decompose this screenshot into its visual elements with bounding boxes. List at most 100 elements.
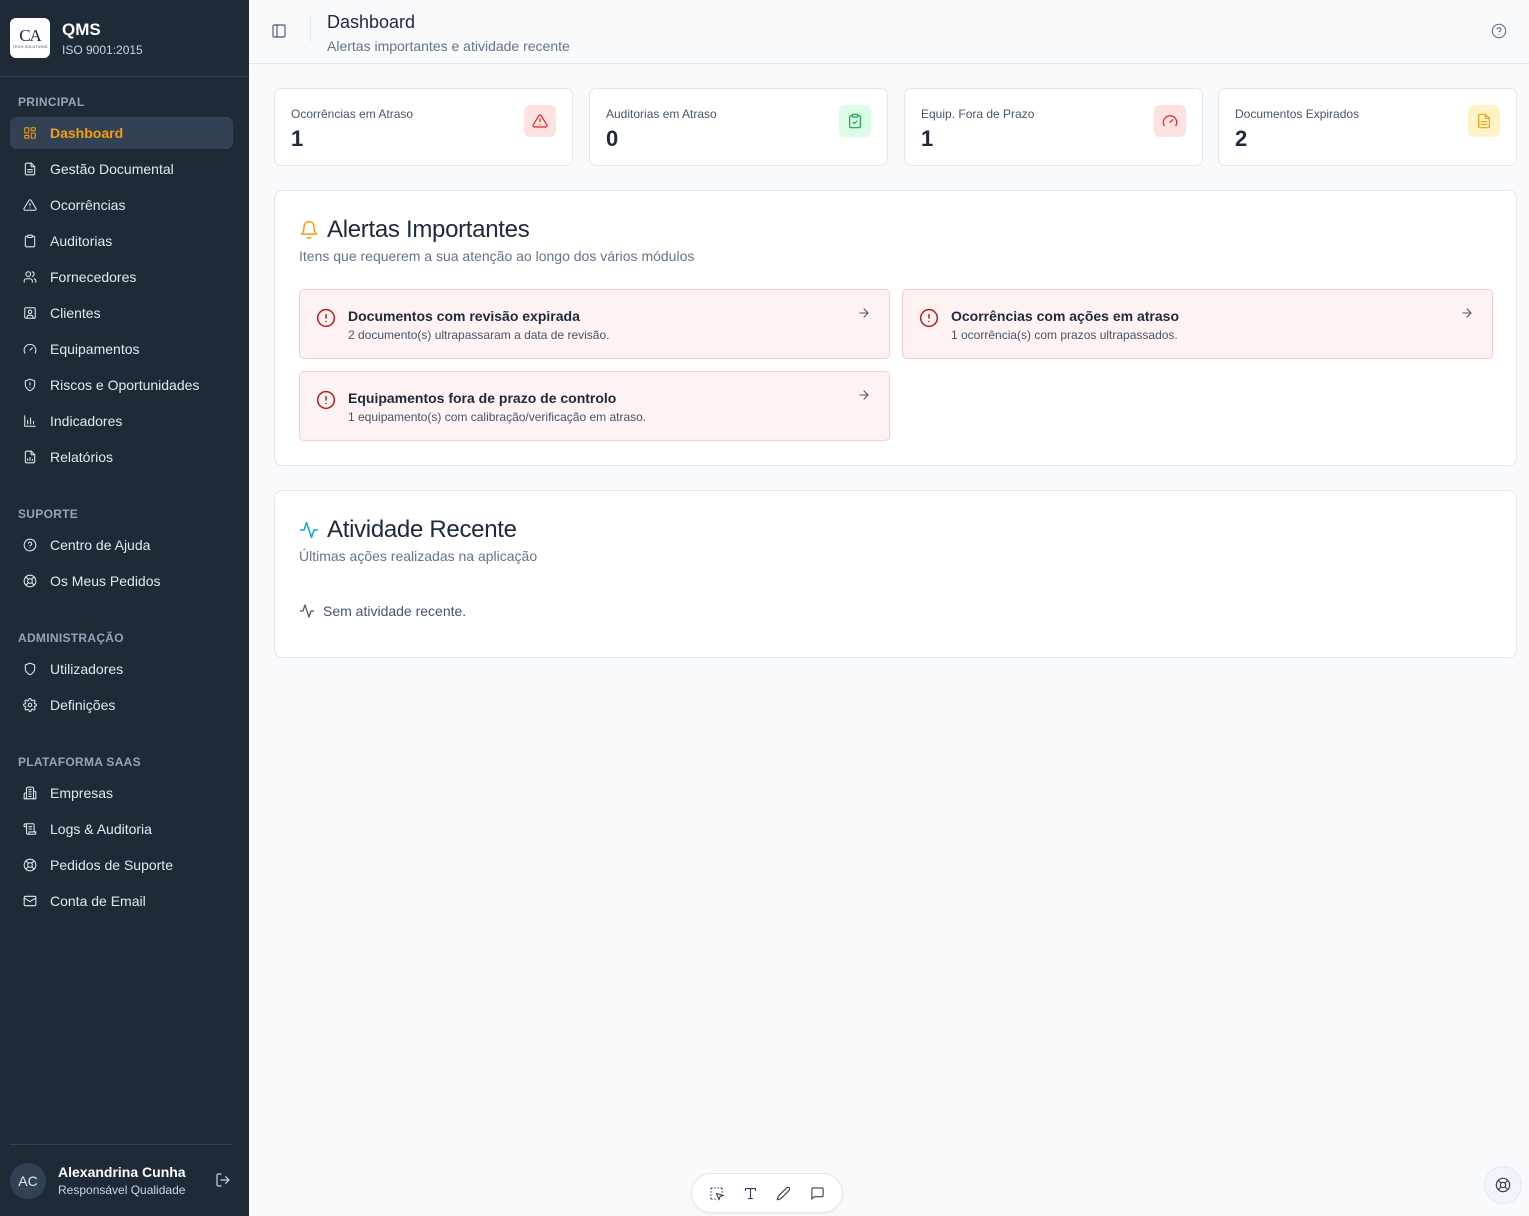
sidebar-item-label: Utilizadores [50, 661, 124, 677]
sidebar-item-auditorias[interactable]: Auditorias [10, 225, 233, 257]
alert-card-documentos[interactable]: Documentos com revisão expirada 2 docume… [299, 289, 890, 359]
pencil-icon[interactable] [774, 1183, 794, 1203]
document-icon [23, 162, 37, 176]
empty-state-text: Sem atividade recente. [323, 603, 467, 619]
user-profile[interactable]: AC Alexandrina Cunha Responsável Qualida… [10, 1144, 233, 1216]
building-icon [23, 786, 37, 800]
sidebar-item-label: Pedidos de Suporte [50, 857, 173, 873]
sidebar-item-indicadores[interactable]: Indicadores [10, 405, 233, 437]
sidebar-item-label: Clientes [50, 305, 101, 321]
alert-card-equipamentos[interactable]: Equipamentos fora de prazo de controlo 1… [299, 371, 890, 441]
document-icon [1468, 105, 1500, 137]
alert-description: 1 equipamento(s) com calibração/verifica… [348, 410, 647, 424]
gauge-icon [1154, 105, 1186, 137]
panel-subtitle: Últimas ações realizadas na aplicação [299, 548, 538, 564]
text-tool-icon[interactable] [740, 1183, 760, 1203]
stat-value: 0 [606, 126, 619, 151]
alert-circle-icon [919, 308, 939, 328]
mail-icon [23, 894, 37, 908]
sidebar-item-riscos[interactable]: Riscos e Oportunidades [10, 369, 233, 401]
user-name: Alexandrina Cunha [58, 1164, 186, 1180]
stat-card-equipamentos[interactable]: Equip. Fora de Prazo 1 [904, 88, 1203, 166]
warning-icon [524, 105, 556, 137]
stat-card-documentos[interactable]: Documentos Expirados 2 [1218, 88, 1517, 166]
section-title: PLATAFORMA SAAS [18, 755, 141, 769]
sidebar-toggle-icon[interactable] [271, 23, 289, 41]
panel-title: Atividade Recente [327, 516, 517, 543]
nav-section-plataforma: PLATAFORMA SAAS Empresas Logs & Auditori… [0, 754, 249, 921]
sidebar-item-gestao-documental[interactable]: Gestão Documental [10, 153, 233, 185]
nav-section-administracao: ADMINISTRAÇÃO Utilizadores Definições [0, 630, 249, 725]
page-header: Dashboard Alertas importantes e atividad… [249, 0, 1529, 64]
sidebar-item-empresas[interactable]: Empresas [10, 777, 233, 809]
lifebuoy-icon [23, 858, 37, 872]
stat-value: 2 [1235, 126, 1248, 151]
sidebar-item-pedidos-suporte[interactable]: Pedidos de Suporte [10, 849, 233, 881]
sidebar-item-definicoes[interactable]: Definições [10, 689, 233, 721]
sidebar-item-conta-email[interactable]: Conta de Email [10, 885, 233, 917]
sidebar-item-meus-pedidos[interactable]: Os Meus Pedidos [10, 565, 233, 597]
stat-card-ocorrencias[interactable]: Ocorrências em Atraso 1 [274, 88, 573, 166]
sidebar-item-dashboard[interactable]: Dashboard [10, 117, 233, 149]
bar-chart-icon [23, 414, 37, 428]
alert-description: 1 ocorrência(s) com prazos ultrapassados… [951, 328, 1178, 342]
activity-icon [299, 604, 315, 618]
sidebar-item-clientes[interactable]: Clientes [10, 297, 233, 329]
users-icon [23, 270, 37, 284]
sidebar-item-label: Logs & Auditoria [50, 821, 152, 837]
brand: CA TECH SOLUTIONS QMS ISO 9001:2015 [0, 0, 249, 77]
dashboard-icon [23, 126, 37, 140]
logout-icon[interactable] [215, 1172, 233, 1190]
sidebar-item-fornecedores[interactable]: Fornecedores [10, 261, 233, 293]
select-region-icon[interactable] [707, 1183, 727, 1203]
panel-title: Alertas Importantes [327, 216, 530, 243]
company-logo[interactable]: CA TECH SOLUTIONS [10, 18, 50, 58]
app-title: QMS [62, 19, 101, 39]
sidebar-item-relatorios[interactable]: Relatórios [10, 441, 233, 473]
stat-label: Auditorias em Atraso [606, 107, 717, 121]
nav-section-principal: PRINCIPAL Dashboard Gestão Documental Oc… [0, 94, 249, 477]
clipboard-icon [23, 234, 37, 248]
activity-icon [299, 520, 319, 540]
alert-title: Ocorrências com ações em atraso [951, 308, 1180, 324]
stat-card-auditorias[interactable]: Auditorias em Atraso 0 [589, 88, 888, 166]
support-button[interactable] [1484, 1166, 1522, 1204]
alert-circle-icon [316, 308, 336, 328]
stat-value: 1 [291, 126, 304, 151]
comment-icon[interactable] [807, 1183, 827, 1203]
sidebar-item-label: Conta de Email [50, 893, 146, 909]
sidebar-item-logs[interactable]: Logs & Auditoria [10, 813, 233, 845]
sidebar-item-label: Gestão Documental [50, 161, 174, 177]
sidebar-item-label: Dashboard [50, 125, 124, 141]
sidebar-item-label: Fornecedores [50, 269, 137, 285]
alert-title: Equipamentos fora de prazo de controlo [348, 390, 617, 406]
scroll-icon [23, 822, 37, 836]
shield-icon [23, 662, 37, 676]
sidebar-item-utilizadores[interactable]: Utilizadores [10, 653, 233, 685]
empty-state: Sem atividade recente. [299, 603, 466, 619]
arrow-right-icon[interactable] [857, 388, 873, 404]
sidebar-item-label: Empresas [50, 785, 114, 801]
section-title: SUPORTE [18, 507, 79, 521]
nav-section-suporte: SUPORTE Centro de Ajuda Os Meus Pedidos [0, 506, 249, 601]
arrow-right-icon[interactable] [1460, 306, 1476, 322]
stat-value: 1 [921, 126, 934, 151]
sidebar-item-ocorrencias[interactable]: Ocorrências [10, 189, 233, 221]
activity-panel: Atividade Recente Últimas ações realizad… [274, 490, 1517, 658]
floating-toolbar [691, 1173, 843, 1213]
alert-card-ocorrencias[interactable]: Ocorrências com ações em atraso 1 ocorrê… [902, 289, 1493, 359]
help-icon[interactable] [1491, 23, 1509, 41]
alerts-panel: Alertas Importantes Itens que requerem a… [274, 190, 1517, 466]
gauge-icon [23, 342, 37, 356]
alert-circle-icon [316, 390, 336, 410]
page-subtitle: Alertas importantes e atividade recente [327, 38, 570, 54]
sidebar-item-label: Centro de Ajuda [50, 537, 151, 553]
stat-label: Equip. Fora de Prazo [921, 107, 1035, 121]
arrow-right-icon[interactable] [857, 306, 873, 322]
section-title: ADMINISTRAÇÃO [18, 631, 124, 645]
report-icon [23, 450, 37, 464]
sidebar-item-centro-ajuda[interactable]: Centro de Ajuda [10, 529, 233, 561]
alert-description: 2 documento(s) ultrapassaram a data de r… [348, 328, 610, 342]
shield-alert-icon [23, 378, 37, 392]
sidebar-item-equipamentos[interactable]: Equipamentos [10, 333, 233, 365]
